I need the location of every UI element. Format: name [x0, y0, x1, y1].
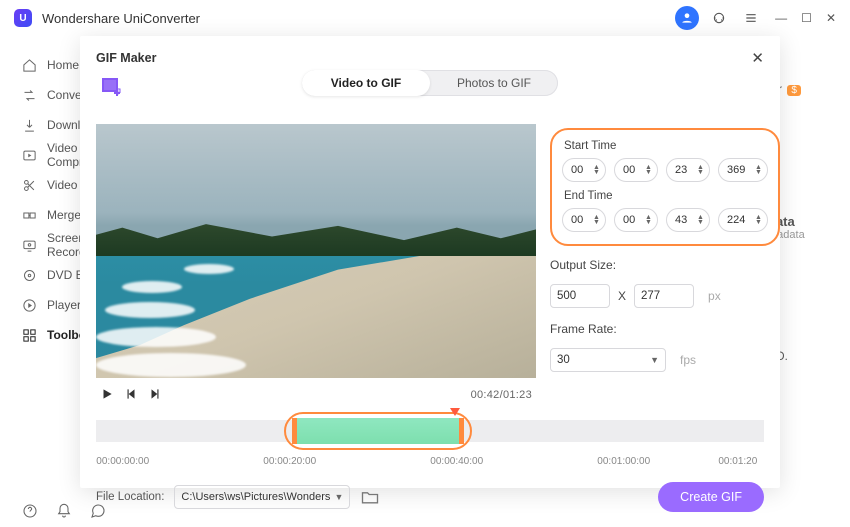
- maximize-button[interactable]: ☐: [801, 11, 812, 25]
- time-range-group: Start Time ▲▼ ▲▼ ▲▼ ▲▼ End Time ▲▼ ▲▼ ▲▼…: [550, 128, 780, 246]
- timeline-ticks: 00:00:00:00 00:00:20:00 00:00:40:00 00:0…: [96, 452, 764, 472]
- window-controls: — ☐ ✕: [775, 11, 836, 25]
- modal-footer: File Location: C:\Users\ws\Pictures\Wond…: [96, 482, 764, 512]
- tab-video-to-gif[interactable]: Video to GIF: [302, 70, 430, 96]
- output-width-input[interactable]: [550, 284, 610, 308]
- start-time-label: Start Time: [564, 140, 768, 152]
- time-display: 00:42/01:23: [471, 389, 532, 401]
- frame-rate-label: Frame Rate:: [550, 322, 780, 336]
- tick-label: 00:00:20:00: [263, 456, 316, 467]
- tick-label: 00:00:40:00: [430, 456, 483, 467]
- timeline-selection[interactable]: [292, 418, 464, 444]
- prev-frame-button[interactable]: [124, 387, 138, 404]
- premium-badge: $: [787, 85, 801, 96]
- bell-icon[interactable]: [56, 503, 72, 519]
- end-hours-input[interactable]: [571, 214, 593, 226]
- output-height-input[interactable]: [634, 284, 694, 308]
- start-hours-stepper[interactable]: ▲▼: [562, 158, 606, 182]
- end-seconds-input[interactable]: [675, 214, 697, 226]
- transport-controls: 00:42/01:23: [96, 378, 536, 406]
- minimize-button[interactable]: —: [775, 11, 787, 25]
- end-ms-stepper[interactable]: ▲▼: [718, 208, 768, 232]
- tick-label: 00:00:00:00: [96, 456, 149, 467]
- create-gif-button[interactable]: Create GIF: [658, 482, 764, 512]
- start-seconds-input[interactable]: [675, 164, 697, 176]
- video-preview[interactable]: [96, 124, 536, 378]
- playhead-icon[interactable]: [450, 408, 460, 416]
- modal-title: GIF Maker: [96, 51, 156, 65]
- play-button[interactable]: [100, 387, 114, 404]
- titlebar: U Wondershare UniConverter — ☐ ✕: [0, 0, 850, 36]
- start-hours-input[interactable]: [571, 164, 593, 176]
- file-location-select[interactable]: C:\Users\ws\Pictures\Wonders▼: [174, 485, 350, 509]
- account-icon[interactable]: [675, 6, 699, 30]
- close-button[interactable]: ✕: [826, 11, 836, 25]
- tab-photos-to-gif[interactable]: Photos to GIF: [430, 70, 558, 96]
- sidebar-item-label: Home: [47, 58, 79, 72]
- end-time-label: End Time: [564, 190, 768, 202]
- bottom-bar: [0, 495, 106, 527]
- file-location-label: File Location:: [96, 491, 164, 503]
- gif-maker-modal: GIF Maker ✕ + Video to GIF Photos to GIF…: [80, 36, 780, 488]
- end-ms-input[interactable]: [727, 214, 755, 226]
- output-size-label: Output Size:: [550, 258, 780, 272]
- options-pane: Start Time ▲▼ ▲▼ ▲▼ ▲▼ End Time ▲▼ ▲▼ ▲▼…: [550, 124, 780, 406]
- frame-rate-value: 30: [557, 354, 570, 366]
- menu-icon[interactable]: [739, 6, 763, 30]
- next-frame-button[interactable]: [148, 387, 162, 404]
- start-minutes-input[interactable]: [623, 164, 645, 176]
- end-minutes-input[interactable]: [623, 214, 645, 226]
- frame-rate-select[interactable]: 30▼: [550, 348, 666, 372]
- end-seconds-stepper[interactable]: ▲▼: [666, 208, 710, 232]
- end-minutes-stepper[interactable]: ▲▼: [614, 208, 658, 232]
- x-separator: X: [618, 289, 626, 303]
- end-hours-stepper[interactable]: ▲▼: [562, 208, 606, 232]
- start-ms-input[interactable]: [727, 164, 755, 176]
- app-logo: U: [14, 9, 32, 27]
- timeline[interactable]: [96, 406, 764, 450]
- start-ms-stepper[interactable]: ▲▼: [718, 158, 768, 182]
- unit-px: px: [708, 289, 721, 303]
- tick-label: 00:01:00:00: [597, 456, 650, 467]
- mode-tabs: Video to GIF Photos to GIF: [302, 70, 558, 96]
- start-minutes-stepper[interactable]: ▲▼: [614, 158, 658, 182]
- add-media-icon[interactable]: +: [98, 74, 122, 98]
- app-name: Wondershare UniConverter: [42, 11, 200, 26]
- close-icon[interactable]: ✕: [751, 49, 764, 67]
- open-folder-icon[interactable]: [360, 487, 380, 507]
- file-location-value: C:\Users\ws\Pictures\Wonders: [181, 491, 330, 503]
- unit-fps: fps: [680, 353, 696, 367]
- tick-label: 00:01:20: [718, 456, 757, 467]
- support-icon[interactable]: [707, 6, 731, 30]
- sidebar-item-label: Player: [47, 298, 81, 312]
- help-icon[interactable]: [22, 503, 38, 519]
- start-seconds-stepper[interactable]: ▲▼: [666, 158, 710, 182]
- preview-pane: 00:42/01:23: [96, 124, 536, 406]
